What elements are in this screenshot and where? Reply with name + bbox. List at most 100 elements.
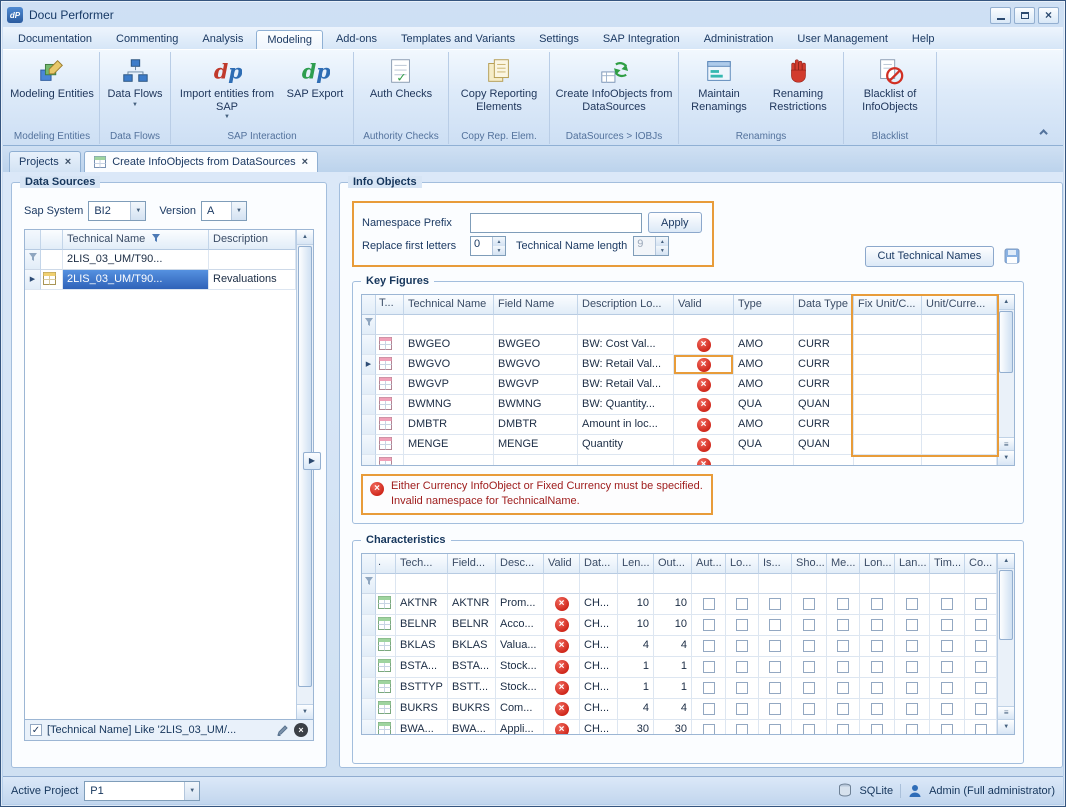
- tim-checkbox[interactable]: [941, 682, 953, 694]
- is-checkbox[interactable]: [769, 661, 781, 673]
- is-checkbox[interactable]: [769, 724, 781, 734]
- save-button[interactable]: [1000, 245, 1024, 267]
- co-checkbox[interactable]: [975, 682, 987, 694]
- lan-checkbox[interactable]: [906, 598, 918, 610]
- apply-button[interactable]: Apply: [648, 212, 702, 233]
- lon-checkbox[interactable]: [871, 703, 883, 715]
- auth-checks-button[interactable]: ✓ Auth Checks: [357, 53, 445, 103]
- menu-item[interactable]: Modeling: [256, 30, 323, 50]
- description-cell[interactable]: Revaluations: [209, 270, 296, 290]
- key-figure-row[interactable]: BWGVO BWGVO BW: Retail Val... × AMO CURR: [362, 355, 997, 375]
- filter-enabled-checkbox[interactable]: [30, 724, 42, 736]
- column-header-output-length[interactable]: Out...: [654, 554, 692, 574]
- spin-up-icon[interactable]: ▲: [656, 237, 668, 246]
- unit-currency-cell[interactable]: [922, 395, 997, 415]
- lan-checkbox[interactable]: [906, 640, 918, 652]
- technical-name-cell[interactable]: 2LIS_03_UM/T90...: [63, 270, 209, 290]
- unit-currency-cell[interactable]: [922, 415, 997, 435]
- lo-checkbox[interactable]: [736, 682, 748, 694]
- fix-unit-cell[interactable]: [854, 395, 922, 415]
- lon-checkbox[interactable]: [871, 724, 883, 734]
- unit-currency-cell[interactable]: [922, 355, 997, 375]
- scroll-up-icon[interactable]: ▲: [998, 554, 1014, 569]
- sho-checkbox[interactable]: [803, 703, 815, 715]
- co-checkbox[interactable]: [975, 661, 987, 673]
- sho-checkbox[interactable]: [803, 598, 815, 610]
- chevron-down-icon[interactable]: ▼: [184, 782, 199, 800]
- co-checkbox[interactable]: [975, 703, 987, 715]
- aut-checkbox[interactable]: [703, 598, 715, 610]
- vertical-scrollbar[interactable]: ▲ ≡ ▼: [997, 295, 1014, 465]
- lon-checkbox[interactable]: [871, 598, 883, 610]
- sho-checkbox[interactable]: [803, 682, 815, 694]
- me-checkbox[interactable]: [837, 703, 849, 715]
- fix-unit-cell[interactable]: [854, 355, 922, 375]
- scroll-up-icon[interactable]: ▲: [998, 295, 1014, 310]
- tim-checkbox[interactable]: [941, 640, 953, 652]
- lan-checkbox[interactable]: [906, 703, 918, 715]
- scrollbar-mark[interactable]: ≡: [998, 706, 1014, 719]
- sho-checkbox[interactable]: [803, 619, 815, 631]
- lan-checkbox[interactable]: [906, 682, 918, 694]
- sho-checkbox[interactable]: [803, 661, 815, 673]
- column-header-lon[interactable]: Lon...: [860, 554, 895, 574]
- menu-item[interactable]: Analysis: [191, 29, 254, 49]
- lo-checkbox[interactable]: [736, 703, 748, 715]
- sap-export-button[interactable]: dp SAP Export: [280, 53, 350, 103]
- filter-row[interactable]: [362, 574, 997, 594]
- column-header-lo[interactable]: Lo...: [726, 554, 759, 574]
- lon-checkbox[interactable]: [871, 619, 883, 631]
- menu-item[interactable]: Commenting: [105, 29, 189, 49]
- scrollbar-thumb[interactable]: [999, 311, 1013, 373]
- sap-system-combo[interactable]: BI2 ▼: [88, 201, 146, 221]
- aut-checkbox[interactable]: [703, 640, 715, 652]
- is-checkbox[interactable]: [769, 640, 781, 652]
- menu-item[interactable]: User Management: [786, 29, 899, 49]
- column-header-co[interactable]: Co...: [965, 554, 997, 574]
- me-checkbox[interactable]: [837, 598, 849, 610]
- sho-checkbox[interactable]: [803, 640, 815, 652]
- lan-checkbox[interactable]: [906, 619, 918, 631]
- lan-checkbox[interactable]: [906, 661, 918, 673]
- column-header-lan[interactable]: Lan...: [895, 554, 930, 574]
- is-checkbox[interactable]: [769, 598, 781, 610]
- tab-create-infoobjects[interactable]: Create InfoObjects from DataSources ×: [84, 151, 318, 172]
- column-header-is[interactable]: Is...: [759, 554, 792, 574]
- column-header-technical-name[interactable]: Technical Name: [404, 295, 494, 315]
- characteristic-row[interactable]: BELNR BELNR Acco... × CH... 10 10: [362, 615, 997, 636]
- filter-row[interactable]: [362, 315, 997, 335]
- column-header-description[interactable]: Description: [209, 230, 296, 250]
- column-header-sho[interactable]: Sho...: [792, 554, 827, 574]
- unit-currency-cell[interactable]: [922, 435, 997, 455]
- is-checkbox[interactable]: [769, 682, 781, 694]
- column-header-data-type[interactable]: Dat...: [580, 554, 618, 574]
- menu-item[interactable]: Settings: [528, 29, 590, 49]
- co-checkbox[interactable]: [975, 724, 987, 734]
- chevron-down-icon[interactable]: ▼: [231, 202, 246, 220]
- fix-unit-cell[interactable]: [854, 435, 922, 455]
- tab-close-icon[interactable]: ×: [302, 157, 308, 168]
- column-header-tim[interactable]: Tim...: [930, 554, 965, 574]
- aut-checkbox[interactable]: [703, 661, 715, 673]
- blacklist-of-infoobjects-button[interactable]: Blacklist of InfoObjects: [847, 53, 933, 115]
- tim-checkbox[interactable]: [941, 661, 953, 673]
- lo-checkbox[interactable]: [736, 640, 748, 652]
- column-header-technical-name[interactable]: Technical Name: [63, 230, 209, 250]
- column-header-me[interactable]: Me...: [827, 554, 860, 574]
- sho-checkbox[interactable]: [803, 724, 815, 734]
- maintain-renamings-button[interactable]: Maintain Renamings: [682, 53, 756, 115]
- me-checkbox[interactable]: [837, 724, 849, 734]
- tab-close-icon[interactable]: ×: [65, 157, 71, 168]
- lon-checkbox[interactable]: [871, 640, 883, 652]
- spin-up-icon[interactable]: ▲: [493, 237, 505, 246]
- characteristic-row[interactable]: BSTTYP BSTT... Stock... × CH... 1 1: [362, 678, 997, 699]
- scroll-down-icon[interactable]: ▼: [998, 450, 1014, 465]
- menu-item[interactable]: Add-ons: [325, 29, 388, 49]
- aut-checkbox[interactable]: [703, 619, 715, 631]
- aut-checkbox[interactable]: [703, 703, 715, 715]
- column-header-valid[interactable]: Valid: [674, 295, 734, 315]
- tim-checkbox[interactable]: [941, 703, 953, 715]
- modeling-entities-button[interactable]: Modeling Entities: [8, 53, 96, 103]
- technical-name-length-stepper[interactable]: 9 ▲▼: [633, 236, 669, 256]
- lo-checkbox[interactable]: [736, 724, 748, 734]
